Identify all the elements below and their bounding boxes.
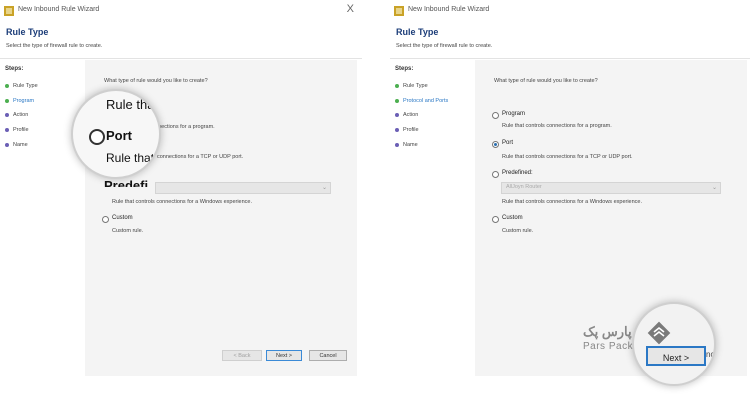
logo-text-fa: پارس پک bbox=[583, 324, 632, 339]
program-label[interactable]: Program bbox=[502, 111, 525, 117]
magnified-next-button[interactable]: Next > bbox=[646, 346, 706, 366]
magnified-port-label: Port bbox=[106, 128, 132, 143]
predefined-radio[interactable] bbox=[492, 171, 499, 178]
program-description: onnections for a program. bbox=[152, 124, 215, 130]
step-action[interactable]: Action bbox=[5, 111, 28, 119]
parspack-mark-icon bbox=[647, 321, 671, 345]
predefined-description: Rule that controls connections for a Win… bbox=[112, 199, 253, 205]
step-name[interactable]: Name bbox=[395, 141, 418, 149]
magnified-rule-text: Rule that bbox=[106, 97, 159, 112]
title-bar: New Inbound Rule Wizard X bbox=[0, 0, 362, 22]
magnifier-port: Rule that Port Rule that co bbox=[71, 89, 161, 179]
steps-panel: Steps: Rule Type Program Action Profile … bbox=[0, 60, 82, 376]
step-rule-type[interactable]: Rule Type bbox=[5, 82, 38, 90]
steps-label: Steps: bbox=[5, 66, 24, 72]
step-dot-icon bbox=[395, 127, 399, 132]
predefined-dropdown[interactable]: AllJoyn Router ⌄ bbox=[501, 182, 721, 194]
window-title: New Inbound Rule Wizard bbox=[18, 6, 100, 13]
step-dot-icon bbox=[395, 142, 399, 147]
predefined-description: Rule that controls connections for a Win… bbox=[502, 199, 643, 205]
custom-radio[interactable] bbox=[102, 216, 109, 223]
steps-label: Steps: bbox=[395, 66, 414, 72]
step-dot-icon bbox=[5, 127, 9, 132]
step-dot-icon bbox=[5, 98, 9, 103]
logo-text-en: Pars Pack bbox=[583, 341, 634, 352]
next-button[interactable]: Next > bbox=[266, 350, 302, 361]
magnified-port-radio[interactable] bbox=[89, 129, 105, 145]
window-title: New Inbound Rule Wizard bbox=[408, 6, 490, 13]
step-name[interactable]: Name bbox=[5, 141, 28, 149]
firewall-icon bbox=[394, 6, 404, 16]
divider bbox=[0, 58, 362, 59]
chevron-down-icon: ⌄ bbox=[711, 185, 717, 191]
step-profile[interactable]: Profile bbox=[5, 126, 29, 134]
port-description: connections for a TCP or UDP port. bbox=[157, 154, 244, 160]
page-subtitle: Select the type of firewall rule to crea… bbox=[6, 43, 103, 49]
port-description: Rule that controls connections for a TCP… bbox=[502, 154, 633, 160]
magnifier-next: Next > ncel bbox=[632, 302, 716, 386]
divider bbox=[390, 58, 750, 59]
step-dot-icon bbox=[5, 142, 9, 147]
custom-label[interactable]: Custom bbox=[112, 215, 133, 221]
custom-radio[interactable] bbox=[492, 216, 499, 223]
title-bar: New Inbound Rule Wizard bbox=[390, 0, 750, 22]
question-text: What type of rule would you like to crea… bbox=[104, 78, 208, 84]
step-dot-icon bbox=[395, 83, 399, 88]
step-rule-type[interactable]: Rule Type bbox=[395, 82, 428, 90]
step-action[interactable]: Action bbox=[395, 111, 418, 119]
cancel-button[interactable]: Cancel bbox=[309, 350, 347, 361]
step-dot-icon bbox=[395, 98, 399, 103]
magnified-port-desc: Rule that co bbox=[106, 151, 159, 165]
program-radio[interactable] bbox=[492, 112, 499, 119]
firewall-icon bbox=[4, 6, 14, 16]
step-protocol-and-ports[interactable]: Protocol and Ports bbox=[395, 97, 448, 105]
step-profile[interactable]: Profile bbox=[395, 126, 419, 134]
step-dot-icon bbox=[395, 112, 399, 117]
port-label[interactable]: Port bbox=[502, 140, 513, 146]
port-radio[interactable] bbox=[492, 141, 499, 148]
left-wizard-window: New Inbound Rule Wizard X Rule Type Sele… bbox=[0, 0, 362, 380]
custom-description: Custom rule. bbox=[112, 228, 144, 234]
predefined-selected-value: AllJoyn Router bbox=[506, 184, 542, 190]
step-dot-icon bbox=[5, 112, 9, 117]
step-dot-icon bbox=[5, 83, 9, 88]
page-title: Rule Type bbox=[396, 27, 439, 37]
step-program[interactable]: Program bbox=[5, 97, 34, 105]
page-title: Rule Type bbox=[6, 27, 49, 37]
chevron-down-icon: ⌄ bbox=[321, 185, 327, 191]
custom-description: Custom rule. bbox=[502, 228, 534, 234]
program-description: Rule that controls connections for a pro… bbox=[502, 123, 612, 129]
steps-panel: Steps: Rule Type Protocol and Ports Acti… bbox=[390, 60, 472, 376]
page-subtitle: Select the type of firewall rule to crea… bbox=[396, 43, 493, 49]
close-icon[interactable]: X bbox=[347, 4, 354, 15]
predefined-label[interactable]: Predefined: bbox=[502, 170, 533, 176]
predefined-dropdown[interactable]: ⌄ bbox=[155, 182, 331, 194]
question-text: What type of rule would you like to crea… bbox=[494, 78, 598, 84]
custom-label[interactable]: Custom bbox=[502, 215, 523, 221]
back-button[interactable]: < Back bbox=[222, 350, 262, 361]
